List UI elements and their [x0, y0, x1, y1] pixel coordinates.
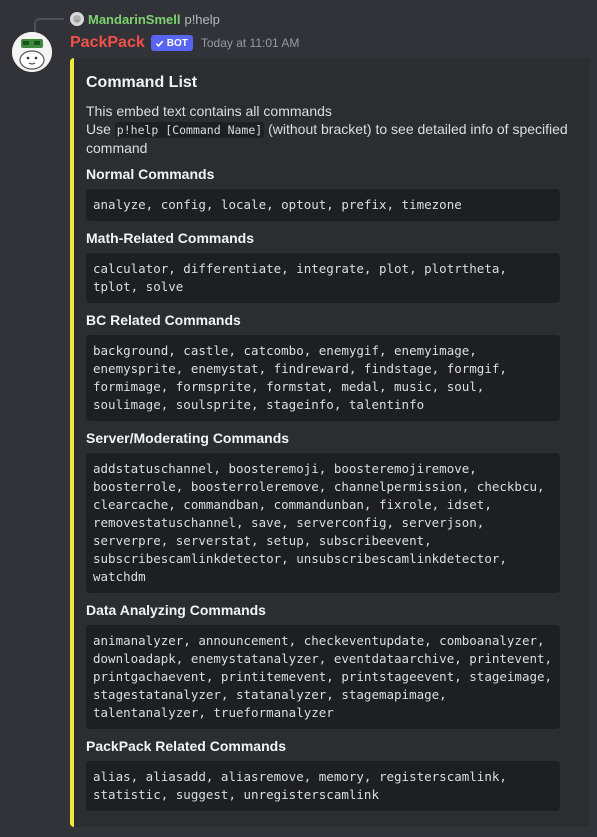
field-code-block: addstatuschannel, boosteremoji, boostere… — [86, 453, 560, 593]
message-header: PackPack BOT Today at 11:01 AM — [70, 32, 299, 54]
embed-field-normal: Normal Commands analyze, config, locale,… — [86, 165, 578, 221]
field-name: Math-Related Commands — [86, 230, 255, 246]
embed: Command List This embed text contains al… — [70, 58, 590, 827]
username[interactable]: PackPack — [70, 34, 145, 52]
reply-reference[interactable]: MandarinSmell p!help — [70, 10, 220, 28]
field-name: Server/Moderating Commands — [86, 430, 290, 446]
embed-description-line: This embed text contains all commands — [86, 103, 332, 119]
bot-tag-label: BOT — [166, 37, 188, 49]
discord-message-view: MandarinSmell p!help PackPack BOT Today … — [0, 0, 597, 837]
field-code-block: analyze, config, locale, optout, prefix,… — [86, 189, 560, 221]
field-code-block: calculator, differentiate, integrate, pl… — [86, 253, 560, 303]
embed-title: Command List — [86, 74, 198, 91]
field-name: PackPack Related Commands — [86, 738, 286, 754]
verified-check-icon — [155, 40, 164, 47]
embed-field-packpack: PackPack Related Commands alias, aliasad… — [86, 737, 578, 811]
field-name: Normal Commands — [86, 166, 215, 182]
reply-content[interactable]: p!help — [184, 12, 219, 27]
timestamp[interactable]: Today at 11:01 AM — [201, 36, 300, 50]
embed-field-bc: BC Related Commands background, castle, … — [86, 311, 578, 421]
field-code-block: background, castle, catcombo, enemygif, … — [86, 335, 560, 421]
embed-field-server: Server/Moderating Commands addstatuschan… — [86, 429, 578, 593]
reply-spine — [34, 18, 64, 34]
usage-inline-code: p!help [Command Name] — [114, 122, 265, 138]
reply-avatar-icon[interactable] — [70, 12, 84, 26]
avatar-image — [12, 32, 52, 72]
embed-field-math: Math-Related Commands calculator, differ… — [86, 229, 578, 303]
bot-tag: BOT — [150, 35, 193, 51]
embed-description: This embed text contains all commands Us… — [86, 102, 578, 157]
field-code-block: alias, aliasadd, aliasremove, memory, re… — [86, 761, 560, 811]
avatar[interactable] — [12, 32, 52, 72]
embed-description-usage: Use p!help [Command Name] (without brack… — [86, 120, 578, 157]
embed-field-data: Data Analyzing Commands animanalyzer, an… — [86, 601, 578, 729]
field-name: BC Related Commands — [86, 312, 241, 328]
reply-username[interactable]: MandarinSmell — [88, 12, 180, 27]
field-name: Data Analyzing Commands — [86, 602, 266, 618]
usage-prefix: Use — [86, 121, 115, 137]
field-code-block: animanalyzer, announcement, checkeventup… — [86, 625, 560, 729]
